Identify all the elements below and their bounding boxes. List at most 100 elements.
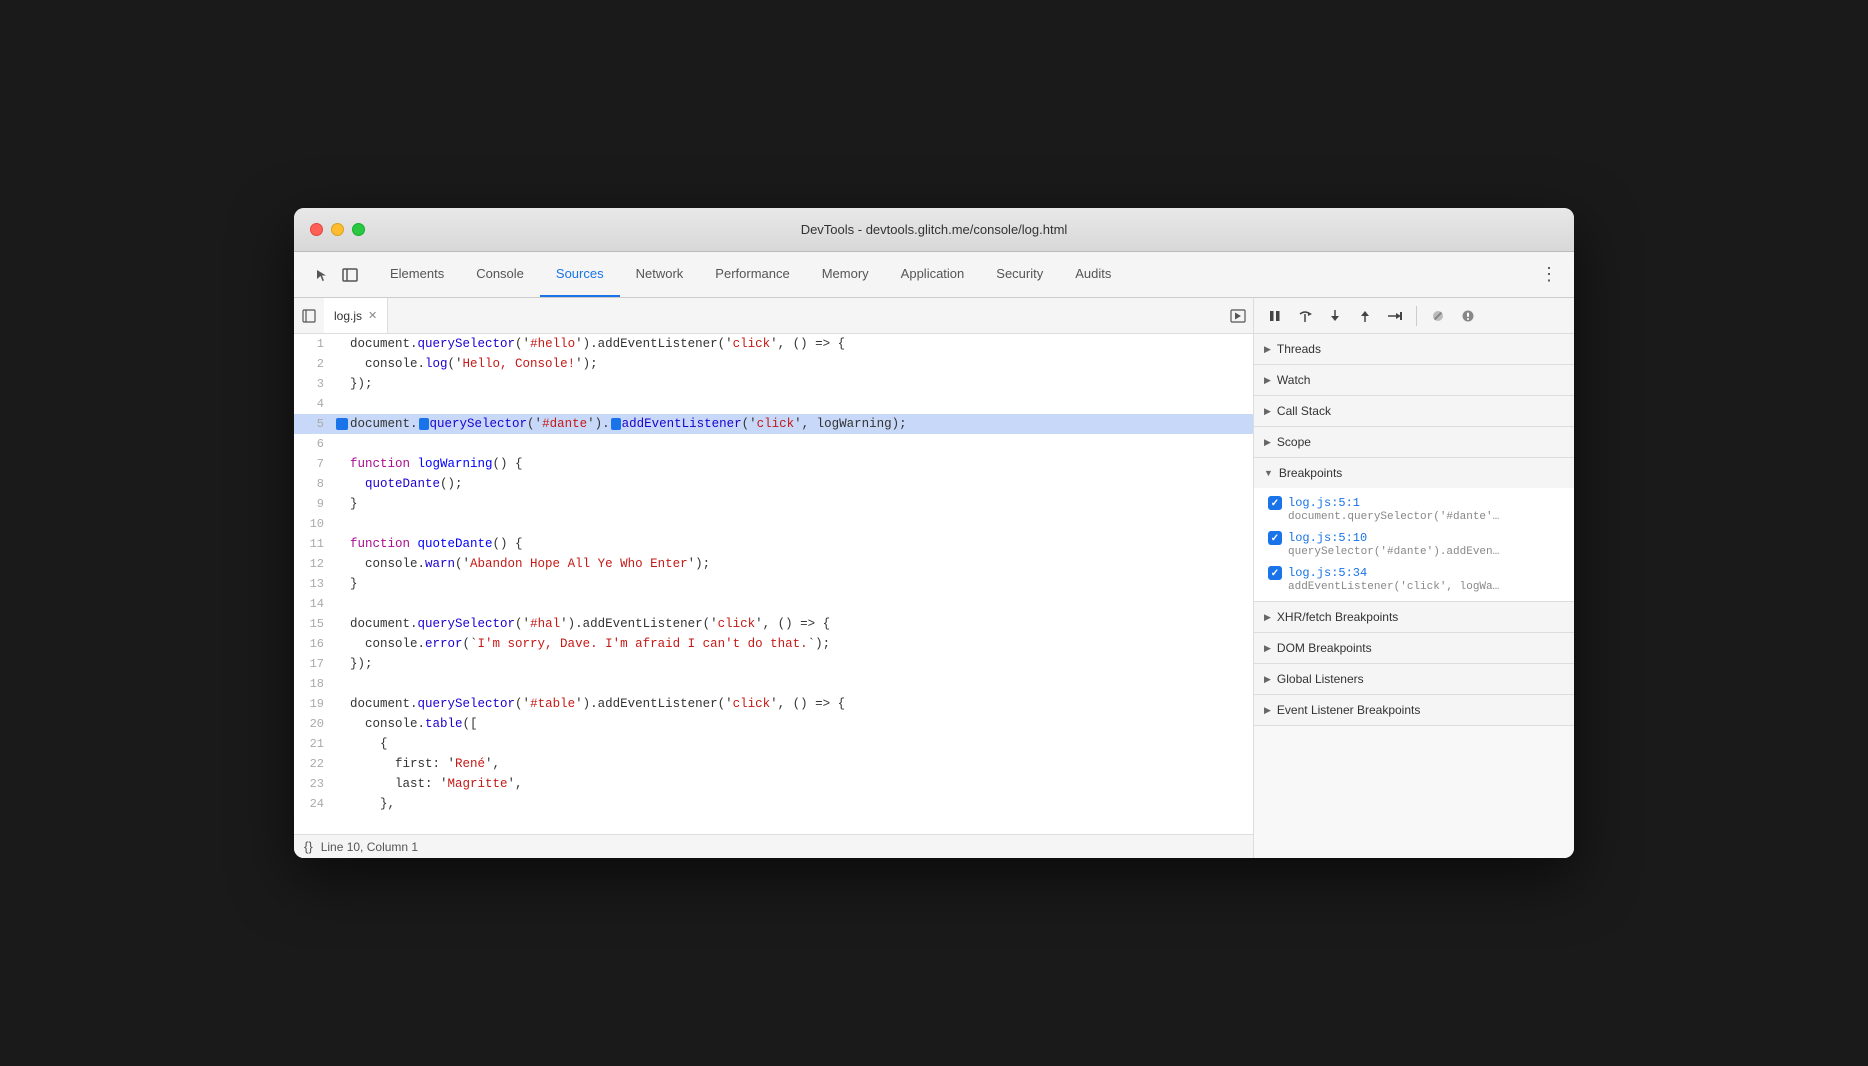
code-line-2: 2 console.log('Hello, Console!'); <box>294 354 1253 374</box>
code-line-12: 12 console.warn('Abandon Hope All Ye Who… <box>294 554 1253 574</box>
scope-header[interactable]: ▶ Scope <box>1254 427 1574 457</box>
window-title: DevTools - devtools.glitch.me/console/lo… <box>801 222 1068 237</box>
debug-separator <box>1416 306 1417 326</box>
main-tabs-bar: Elements Console Sources Network Perform… <box>294 252 1574 298</box>
watch-chevron: ▶ <box>1264 375 1271 386</box>
pause-on-exceptions-button[interactable] <box>1455 303 1481 329</box>
maximize-button[interactable] <box>352 223 365 236</box>
code-line-14: 14 <box>294 594 1253 614</box>
call-stack-label: Call Stack <box>1277 404 1331 418</box>
run-snippets-icon[interactable] <box>1227 305 1249 327</box>
dock-icon[interactable] <box>338 263 362 287</box>
call-stack-chevron: ▶ <box>1264 406 1271 417</box>
code-line-10: 10 <box>294 514 1253 534</box>
code-line-15: 15 document.querySelector('#hal').addEve… <box>294 614 1253 634</box>
tabs-more-button[interactable]: ⋮ <box>1532 252 1566 297</box>
devtools-window: DevTools - devtools.glitch.me/console/lo… <box>294 208 1574 858</box>
deactivate-breakpoints-button[interactable] <box>1425 303 1451 329</box>
tab-audits[interactable]: Audits <box>1059 252 1127 297</box>
tab-security[interactable]: Security <box>980 252 1059 297</box>
event-listener-header[interactable]: ▶ Event Listener Breakpoints <box>1254 695 1574 725</box>
tab-console[interactable]: Console <box>460 252 540 297</box>
breakpoint-location-2: log.js:5:10 <box>1288 531 1367 545</box>
dom-breakpoints-header[interactable]: ▶ DOM Breakpoints <box>1254 633 1574 663</box>
tab-memory[interactable]: Memory <box>806 252 885 297</box>
event-chevron: ▶ <box>1264 705 1271 716</box>
breakpoints-header[interactable]: ▼ Breakpoints <box>1254 458 1574 488</box>
breakpoint-code-2: querySelector('#dante').addEven… <box>1288 546 1548 558</box>
cursor-icon[interactable] <box>310 263 334 287</box>
tab-network[interactable]: Network <box>620 252 700 297</box>
call-stack-header[interactable]: ▶ Call Stack <box>1254 396 1574 426</box>
source-filename: log.js <box>334 309 362 323</box>
xhr-chevron: ▶ <box>1264 612 1271 623</box>
close-tab-icon[interactable]: ✕ <box>368 309 377 322</box>
code-line-6: 6 <box>294 434 1253 454</box>
dom-breakpoints-section: ▶ DOM Breakpoints <box>1254 633 1574 664</box>
close-button[interactable] <box>310 223 323 236</box>
format-icon[interactable]: {} <box>304 839 313 854</box>
breakpoint-location-3: log.js:5:34 <box>1288 566 1367 580</box>
code-line-19: 19 document.querySelector('#table').addE… <box>294 694 1253 714</box>
status-bar: {} Line 10, Column 1 <box>294 834 1253 858</box>
code-line-5: 5 document.querySelector('#dante').‍addE… <box>294 414 1253 434</box>
breakpoint-checkbox-3[interactable] <box>1268 566 1282 580</box>
breakpoints-content: log.js:5:1 document.querySelector('#dant… <box>1254 488 1574 601</box>
global-label: Global Listeners <box>1277 672 1364 686</box>
cursor-position: Line 10, Column 1 <box>321 840 418 854</box>
window-controls <box>310 223 365 236</box>
step-button[interactable] <box>1382 303 1408 329</box>
dom-label: DOM Breakpoints <box>1277 641 1372 655</box>
code-line-16: 16 console.error(`I'm sorry, Dave. I'm a… <box>294 634 1253 654</box>
breakpoint-checkbox-1[interactable] <box>1268 496 1282 510</box>
debugger-toolbar <box>1254 298 1574 334</box>
breakpoint-item-3: log.js:5:34 addEventListener('click', lo… <box>1254 562 1574 597</box>
threads-header[interactable]: ▶ Threads <box>1254 334 1574 364</box>
source-panel: log.js ✕ 1 document.querySelector('#hell… <box>294 298 1254 858</box>
breakpoint-marker <box>336 418 348 430</box>
code-editor[interactable]: 1 document.querySelector('#hello').addEv… <box>294 334 1253 834</box>
tab-application[interactable]: Application <box>885 252 981 297</box>
dom-chevron: ▶ <box>1264 643 1271 654</box>
scope-section: ▶ Scope <box>1254 427 1574 458</box>
code-line-24: 24 }, <box>294 794 1253 814</box>
step-into-button[interactable] <box>1322 303 1348 329</box>
step-over-button[interactable] <box>1292 303 1318 329</box>
code-line-1: 1 document.querySelector('#hello').addEv… <box>294 334 1253 354</box>
global-listeners-header[interactable]: ▶ Global Listeners <box>1254 664 1574 694</box>
code-line-21: 21 { <box>294 734 1253 754</box>
tab-icon-group <box>302 252 370 297</box>
step-out-button[interactable] <box>1352 303 1378 329</box>
breakpoints-chevron: ▼ <box>1264 468 1273 478</box>
breakpoint-item-1: log.js:5:1 document.querySelector('#dant… <box>1254 492 1574 527</box>
code-line-7: 7 function logWarning() { <box>294 454 1253 474</box>
xhr-fetch-section: ▶ XHR/fetch Breakpoints <box>1254 602 1574 633</box>
tab-performance[interactable]: Performance <box>699 252 805 297</box>
xhr-fetch-header[interactable]: ▶ XHR/fetch Breakpoints <box>1254 602 1574 632</box>
event-listener-section: ▶ Event Listener Breakpoints <box>1254 695 1574 726</box>
source-file-tab[interactable]: log.js ✕ <box>324 298 388 333</box>
tab-elements[interactable]: Elements <box>374 252 460 297</box>
source-nav-icon[interactable] <box>298 305 320 327</box>
watch-section: ▶ Watch <box>1254 365 1574 396</box>
code-line-18: 18 <box>294 674 1253 694</box>
scope-chevron: ▶ <box>1264 437 1271 448</box>
tab-sources[interactable]: Sources <box>540 252 620 297</box>
code-line-22: 22 first: 'René', <box>294 754 1253 774</box>
watch-header[interactable]: ▶ Watch <box>1254 365 1574 395</box>
pause-button[interactable] <box>1262 303 1288 329</box>
breakpoint-location-1: log.js:5:1 <box>1288 496 1360 510</box>
code-line-13: 13 } <box>294 574 1253 594</box>
call-stack-section: ▶ Call Stack <box>1254 396 1574 427</box>
code-line-8: 8 quoteDante(); <box>294 474 1253 494</box>
code-line-17: 17 }); <box>294 654 1253 674</box>
source-tabs-bar: log.js ✕ <box>294 298 1253 334</box>
threads-section: ▶ Threads <box>1254 334 1574 365</box>
minimize-button[interactable] <box>331 223 344 236</box>
code-line-3: 3 }); <box>294 374 1253 394</box>
watch-label: Watch <box>1277 373 1311 387</box>
code-line-4: 4 <box>294 394 1253 414</box>
title-bar: DevTools - devtools.glitch.me/console/lo… <box>294 208 1574 252</box>
scope-label: Scope <box>1277 435 1311 449</box>
breakpoint-checkbox-2[interactable] <box>1268 531 1282 545</box>
